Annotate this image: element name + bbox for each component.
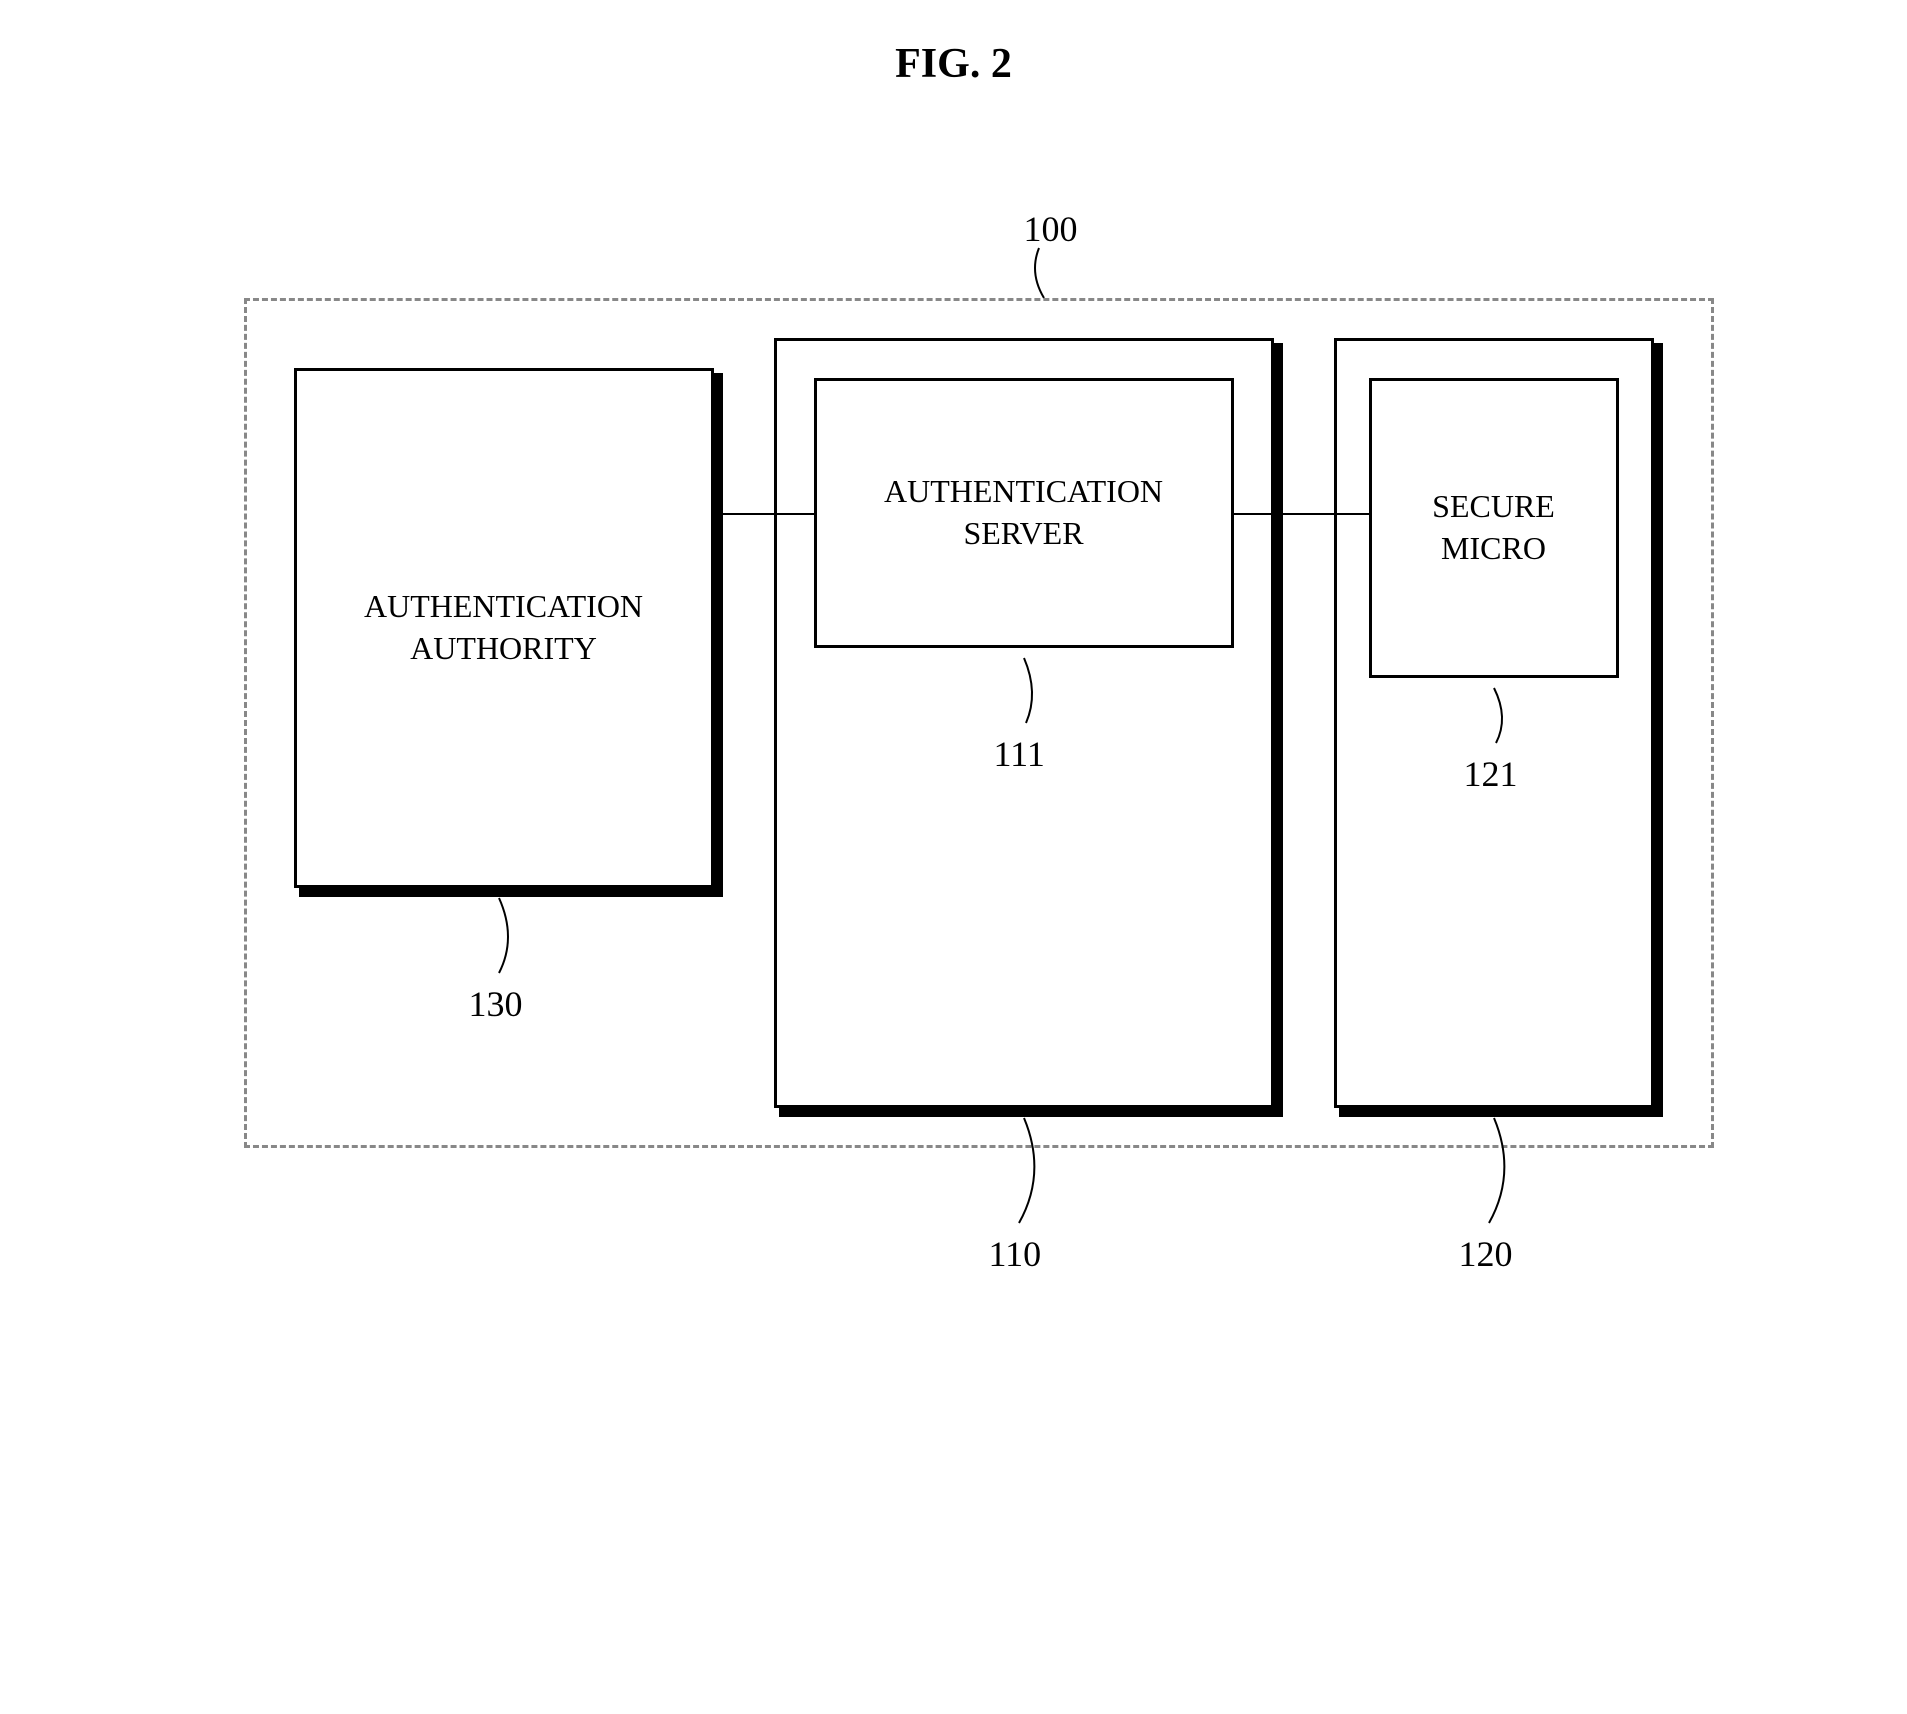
auth-server-text: AUTHENTICATION SERVER [884, 471, 1163, 554]
label-100: 100 [1024, 208, 1078, 250]
lead-120 [1479, 1118, 1529, 1233]
figure-title: FIG. 2 [895, 40, 1012, 88]
diagram-wrapper: 100 AUTHENTICATION AUTHORITY AUTHENTICAT… [154, 208, 1754, 1308]
lead-111 [1014, 658, 1054, 733]
auth-authority-box: AUTHENTICATION AUTHORITY [294, 368, 714, 888]
lead-121 [1484, 688, 1524, 753]
auth-authority-text: AUTHENTICATION AUTHORITY [364, 586, 643, 669]
lead-110 [1009, 1118, 1059, 1233]
secure-micro-box: SECURE MICRO [1369, 378, 1619, 678]
connector-aa-as [714, 513, 814, 515]
label-111: 111 [994, 733, 1045, 775]
connector-as-sm [1234, 513, 1369, 515]
auth-server-box: AUTHENTICATION SERVER [814, 378, 1234, 648]
label-130: 130 [469, 983, 523, 1025]
label-120: 120 [1459, 1233, 1513, 1275]
secure-micro-text: SECURE MICRO [1432, 486, 1555, 569]
label-110: 110 [989, 1233, 1042, 1275]
lead-130 [489, 898, 529, 983]
label-121: 121 [1464, 753, 1518, 795]
